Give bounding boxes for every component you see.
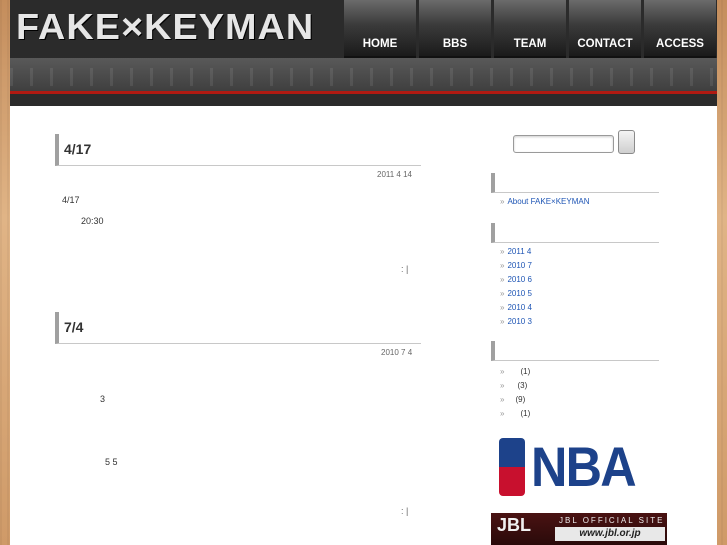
post-date: 2010 7 4 bbox=[381, 348, 413, 357]
bullet-icon: » bbox=[500, 197, 505, 206]
bullet-icon: » bbox=[500, 303, 505, 312]
sidebar-heading-about bbox=[491, 173, 659, 193]
jbl-banner[interactable]: JBL JBL OFFICIAL SITE www.jbl.or.jp bbox=[491, 513, 667, 545]
archive-link[interactable]: » 2010 7 bbox=[500, 261, 532, 270]
link-label: About FAKE×KEYMAN bbox=[507, 197, 590, 206]
bullet-icon: » bbox=[500, 261, 505, 270]
header-divider bbox=[10, 91, 717, 94]
link-label: 2010 4 bbox=[507, 303, 532, 312]
archive-link[interactable]: » 2010 6 bbox=[500, 275, 532, 284]
category-link[interactable]: » (1) bbox=[500, 409, 530, 418]
post-text-line: 5 5 bbox=[105, 457, 118, 467]
jbl-url: www.jbl.or.jp bbox=[555, 527, 665, 541]
site-logo[interactable]: FAKE×KEYMAN bbox=[16, 6, 314, 48]
bullet-icon: » bbox=[500, 247, 505, 256]
category-count: (9) bbox=[515, 395, 526, 404]
link-label: 2010 3 bbox=[507, 317, 532, 326]
nav-home[interactable]: HOME bbox=[344, 0, 416, 58]
link-label: 2010 6 bbox=[507, 275, 532, 284]
category-link[interactable]: » (1) bbox=[500, 367, 530, 376]
jbl-logo: JBL bbox=[497, 515, 532, 535]
post-title[interactable]: 4/17 bbox=[55, 134, 421, 166]
nav-contact[interactable]: CONTACT bbox=[569, 0, 641, 58]
nba-banner[interactable]: NBA bbox=[499, 437, 647, 497]
archive-link[interactable]: » 2010 5 bbox=[500, 289, 532, 298]
category-count: (3) bbox=[517, 381, 528, 390]
category-link[interactable]: » (9) bbox=[500, 395, 525, 404]
archive-link[interactable]: » 2010 4 bbox=[500, 303, 532, 312]
post-date: 2011 4 14 bbox=[377, 170, 412, 179]
sidebar-heading-archives bbox=[491, 223, 659, 243]
nav-team[interactable]: TEAM bbox=[494, 0, 566, 58]
link-label: 2010 5 bbox=[507, 289, 532, 298]
post-meta[interactable]: : | bbox=[401, 264, 408, 274]
archive-link[interactable]: » 2010 3 bbox=[500, 317, 532, 326]
bullet-icon: » bbox=[500, 367, 505, 376]
sidebar-heading-categories bbox=[491, 341, 659, 361]
sidebar-link-about[interactable]: » About FAKE×KEYMAN bbox=[500, 197, 590, 206]
bullet-icon: » bbox=[500, 289, 505, 298]
main-nav: HOME BBS TEAM CONTACT ACCESS bbox=[344, 0, 717, 58]
nba-wordmark: NBA bbox=[531, 435, 637, 498]
bullet-icon: » bbox=[500, 275, 505, 284]
site-header: FAKE×KEYMAN HOME BBS TEAM CONTACT ACCESS bbox=[10, 0, 717, 106]
post-meta[interactable]: : | bbox=[401, 506, 408, 516]
bullet-icon: » bbox=[500, 317, 505, 326]
category-count: (1) bbox=[520, 367, 531, 376]
post-text-line: 3 bbox=[100, 394, 106, 404]
search-input[interactable] bbox=[513, 135, 614, 153]
link-label: 2011 4 bbox=[507, 247, 532, 256]
category-count: (1) bbox=[520, 409, 531, 418]
archive-link[interactable]: » 2011 4 bbox=[500, 247, 531, 256]
nba-logo-icon bbox=[499, 438, 525, 496]
bullet-icon: » bbox=[500, 409, 505, 418]
post-title[interactable]: 7/4 bbox=[55, 312, 421, 344]
bullet-icon: » bbox=[500, 381, 505, 390]
nav-access[interactable]: ACCESS bbox=[644, 0, 716, 58]
category-link[interactable]: » (3) bbox=[500, 381, 527, 390]
bullet-icon: » bbox=[500, 395, 505, 404]
search-button[interactable] bbox=[618, 130, 635, 154]
header-photo bbox=[10, 58, 717, 94]
post-text-line: 20:30 bbox=[81, 216, 104, 226]
post-text-line: 4/17 bbox=[62, 195, 80, 205]
link-label: 2010 7 bbox=[507, 261, 532, 270]
jbl-site-label: JBL OFFICIAL SITE bbox=[559, 516, 665, 525]
content-area: 4/17 2011 4 14 4/17 20:30 : | 7/4 2010 7… bbox=[10, 106, 717, 545]
nav-bbs[interactable]: BBS bbox=[419, 0, 491, 58]
